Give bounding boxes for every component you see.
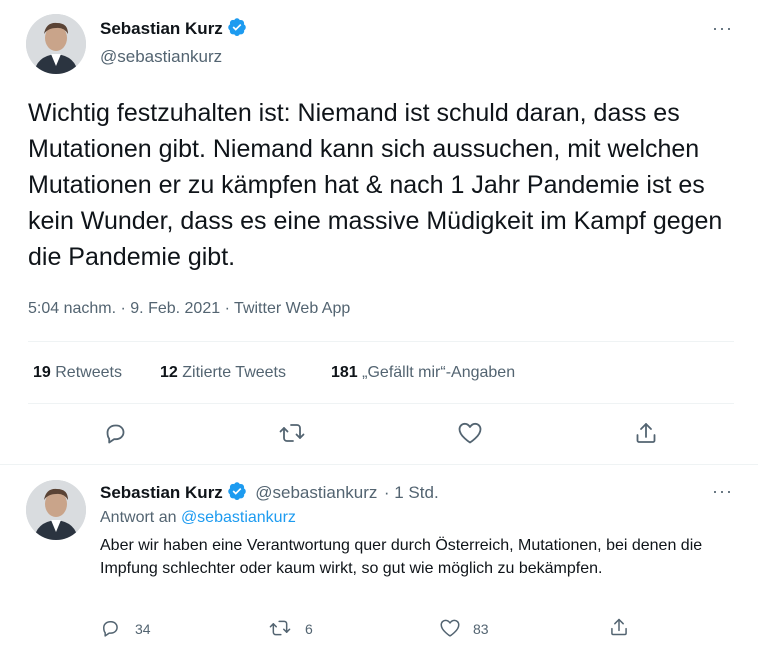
- verified-badge-icon: [227, 481, 247, 506]
- quotes-count: 12: [160, 364, 178, 381]
- tweet-meta[interactable]: 5:04 nachm. · 9. Feb. 2021 · Twitter Web…: [28, 300, 350, 318]
- author-avatar[interactable]: [26, 14, 86, 74]
- retweet-icon[interactable]: [279, 421, 305, 445]
- verified-badge-icon: [227, 17, 247, 42]
- tweet-divider: [0, 464, 758, 465]
- retweet-icon[interactable]: [269, 618, 291, 638]
- likes-label: „Gefällt mir“-Angaben: [362, 364, 516, 381]
- author-info: Sebastian Kurz @sebastiankurz: [100, 17, 247, 67]
- author-name[interactable]: Sebastian Kurz: [100, 19, 223, 38]
- reply-icon[interactable]: [103, 421, 127, 445]
- share-icon[interactable]: [634, 421, 658, 445]
- author-handle[interactable]: @sebastiankurz: [100, 47, 247, 67]
- replying-to-handle[interactable]: @sebastiankurz: [181, 509, 296, 526]
- likes-count: 181: [331, 364, 358, 381]
- replying-to-prefix: Antwort an: [100, 509, 177, 526]
- like-icon[interactable]: [439, 618, 461, 638]
- likes-stat[interactable]: 181 „Gefällt mir“-Angaben: [331, 364, 515, 382]
- quotes-label: Zitierte Tweets: [182, 364, 286, 381]
- reply-count: 34: [135, 621, 151, 637]
- reply-icon[interactable]: [100, 618, 120, 638]
- share-icon[interactable]: [609, 617, 629, 637]
- reply-text: Aber wir haben eine Verantwortung quer d…: [100, 537, 703, 577]
- retweets-label: Retweets: [55, 364, 122, 381]
- divider: [28, 341, 734, 342]
- more-options-button[interactable]: ···: [712, 18, 733, 39]
- retweet-count: 6: [305, 621, 313, 637]
- tweet-text: Wichtig festzuhalten ist: Niemand ist sc…: [28, 99, 723, 271]
- retweets-count: 19: [33, 364, 51, 381]
- retweets-stat[interactable]: 19 Retweets: [33, 364, 122, 382]
- quotes-stat[interactable]: 12 Zitierte Tweets: [160, 364, 286, 382]
- reply-author-handle[interactable]: @sebastiankurz: [255, 483, 377, 502]
- replying-to: Antwort an @sebastiankurz: [100, 509, 296, 527]
- reply-time[interactable]: · 1 Std.: [384, 483, 439, 502]
- divider: [28, 403, 734, 404]
- reply-more-options-button[interactable]: ···: [712, 481, 733, 502]
- reply-author-name[interactable]: Sebastian Kurz: [100, 483, 223, 502]
- like-icon[interactable]: [457, 421, 483, 445]
- reply-header: Sebastian Kurz @sebastiankurz · 1 Std.: [100, 481, 439, 506]
- author-name-row[interactable]: Sebastian Kurz: [100, 17, 247, 42]
- like-count: 83: [473, 621, 489, 637]
- reply-author-avatar[interactable]: [26, 480, 86, 540]
